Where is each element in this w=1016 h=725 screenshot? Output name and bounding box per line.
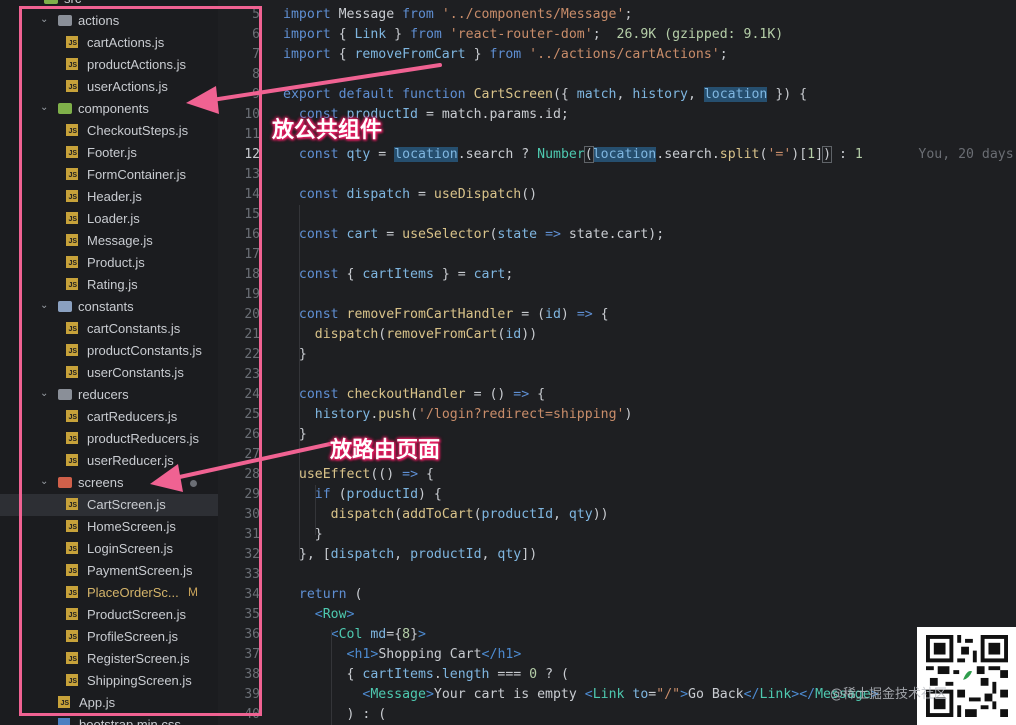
- arrow-to-components: [210, 63, 442, 102]
- qr-code-pattern: [926, 635, 1008, 717]
- qr-code: [917, 627, 1016, 725]
- annotation-components: 放公共组件: [272, 118, 383, 143]
- watermark: @稀土掘金技术社区: [830, 687, 948, 702]
- arrow-head-screens: [150, 464, 183, 492]
- arrow-to-screens: [173, 442, 332, 480]
- annotation-arrows: [150, 63, 442, 492]
- arrow-head-components: [186, 86, 219, 114]
- annotation-screens: 放路由页面: [330, 438, 441, 463]
